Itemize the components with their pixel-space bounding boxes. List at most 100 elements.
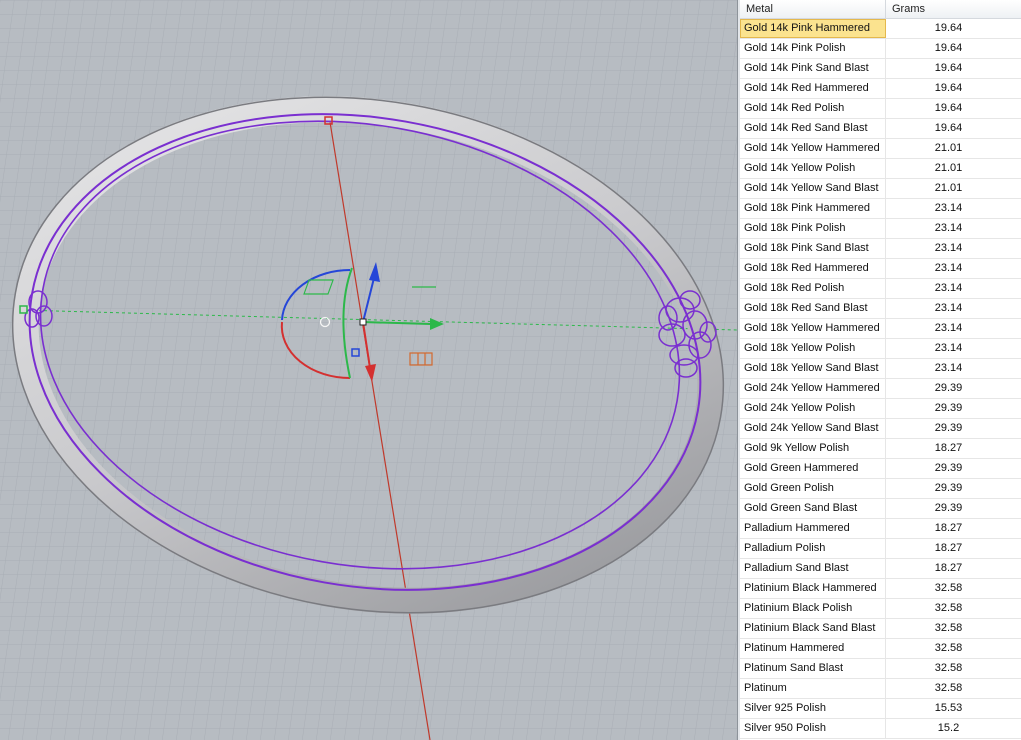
table-row[interactable]: Gold 14k Pink Hammered 19.64 (740, 19, 1021, 39)
table-row[interactable]: Gold 14k Red Sand Blast 19.64 (740, 119, 1021, 139)
metal-cell: Gold 14k Yellow Polish (740, 159, 886, 178)
metal-cell: Gold 18k Yellow Sand Blast (740, 359, 886, 378)
metal-cell: Gold 18k Pink Sand Blast (740, 239, 886, 258)
grams-cell: 18.27 (934, 562, 963, 574)
table-row[interactable]: Gold 18k Yellow Polish 23.14 (740, 339, 1021, 359)
metal-cell: Gold 18k Pink Hammered (740, 199, 886, 218)
metal-cell: Gold 18k Red Sand Blast (740, 299, 886, 318)
metal-cell: Gold 14k Pink Hammered (740, 19, 886, 38)
table-row[interactable]: Gold 14k Red Polish 19.64 (740, 99, 1021, 119)
3d-viewport[interactable] (0, 0, 737, 740)
table-row[interactable]: Gold 24k Yellow Sand Blast 29.39 (740, 419, 1021, 439)
grams-cell: 23.14 (934, 222, 963, 234)
grams-cell: 19.64 (934, 102, 963, 114)
table-row[interactable]: Gold 18k Yellow Hammered 23.14 (740, 319, 1021, 339)
metal-cell: Gold 18k Red Polish (740, 279, 886, 298)
table-header: Metal Grams (740, 0, 1021, 19)
metal-cell: Gold 24k Yellow Sand Blast (740, 419, 886, 438)
grams-cell: 23.14 (934, 322, 963, 334)
gumball-origin[interactable] (359, 318, 367, 326)
metal-list: Gold 14k Pink Hammered 19.64 Gold 14k Pink… (740, 19, 1021, 739)
metal-cell: Gold 14k Yellow Hammered (740, 139, 886, 158)
table-row[interactable]: Platinium Black Hammered 32.58 (740, 579, 1021, 599)
metal-cell: Gold 14k Pink Sand Blast (740, 59, 886, 78)
grams-cell: 23.14 (934, 282, 963, 294)
grams-cell: 19.64 (934, 42, 963, 54)
table-row[interactable]: Gold 18k Pink Hammered 23.14 (740, 199, 1021, 219)
table-row[interactable]: Gold 14k Yellow Polish 21.01 (740, 159, 1021, 179)
metal-cell: Palladium Sand Blast (740, 559, 886, 578)
table-row[interactable]: Gold 18k Yellow Sand Blast 23.14 (740, 359, 1021, 379)
table-row[interactable]: Gold 14k Red Hammered 19.64 (740, 79, 1021, 99)
table-row[interactable]: Platinium Black Polish 32.58 (740, 599, 1021, 619)
grams-cell: 32.58 (934, 642, 963, 654)
table-row[interactable]: Gold 18k Red Hammered 23.14 (740, 259, 1021, 279)
grams-cell: 23.14 (934, 202, 963, 214)
grams-cell: 18.27 (934, 442, 963, 454)
grams-cell: 29.39 (934, 502, 963, 514)
grams-cell: 21.01 (934, 142, 963, 154)
grams-cell: 15.2 (937, 722, 960, 734)
table-row[interactable]: Gold 18k Red Sand Blast 23.14 (740, 299, 1021, 319)
table-row[interactable]: Silver 925 Polish 15.53 (740, 699, 1021, 719)
metal-cell: Palladium Hammered (740, 519, 886, 538)
column-header-grams[interactable]: Grams (886, 0, 1021, 18)
metal-cell: Gold 24k Yellow Hammered (740, 379, 886, 398)
grams-cell: 23.14 (934, 342, 963, 354)
metal-cell: Platinium Black Polish (740, 599, 886, 618)
metal-cell: Platinium Black Sand Blast (740, 619, 886, 638)
table-row[interactable]: Gold 14k Yellow Hammered 21.01 (740, 139, 1021, 159)
grams-cell: 29.39 (934, 382, 963, 394)
metal-cell: Gold Green Sand Blast (740, 499, 886, 518)
metal-cell: Platinum Hammered (740, 639, 886, 658)
table-row[interactable]: Gold 24k Yellow Hammered 29.39 (740, 379, 1021, 399)
grams-cell: 32.58 (934, 602, 963, 614)
table-row[interactable]: Gold 18k Red Polish 23.14 (740, 279, 1021, 299)
metal-cell: Gold 14k Red Polish (740, 99, 886, 118)
metal-cell: Palladium Polish (740, 539, 886, 558)
metal-cell: Gold 24k Yellow Polish (740, 399, 886, 418)
grams-cell: 19.64 (934, 122, 963, 134)
table-row[interactable]: Gold Green Hammered 29.39 (740, 459, 1021, 479)
metal-cell: Silver 925 Polish (740, 699, 886, 718)
metal-weight-panel: Metal Grams Gold 14k Pink Hammered 19.64 G… (740, 0, 1021, 740)
table-row[interactable]: Gold 18k Pink Polish 23.14 (740, 219, 1021, 239)
grams-cell: 21.01 (934, 182, 963, 194)
table-row[interactable]: Platinum Hammered 32.58 (740, 639, 1021, 659)
table-row[interactable]: Gold 14k Yellow Sand Blast 21.01 (740, 179, 1021, 199)
grams-cell: 29.39 (934, 402, 963, 414)
grams-cell: 29.39 (934, 462, 963, 474)
table-row[interactable]: Platinum Sand Blast 32.58 (740, 659, 1021, 679)
column-header-metal[interactable]: Metal (740, 0, 886, 18)
grams-cell: 32.58 (934, 582, 963, 594)
grams-cell: 19.64 (934, 82, 963, 94)
table-row[interactable]: Platinum 32.58 (740, 679, 1021, 699)
table-row[interactable]: Palladium Sand Blast 18.27 (740, 559, 1021, 579)
metal-cell: Gold 18k Red Hammered (740, 259, 886, 278)
table-row[interactable]: Silver 950 Polish 15.2 (740, 719, 1021, 739)
table-row[interactable]: Gold 9k Yellow Polish 18.27 (740, 439, 1021, 459)
table-row[interactable]: Palladium Polish 18.27 (740, 539, 1021, 559)
table-row[interactable]: Gold 14k Pink Polish 19.64 (740, 39, 1021, 59)
grams-cell: 18.27 (934, 542, 963, 554)
grams-cell: 23.14 (934, 242, 963, 254)
metal-cell: Gold 9k Yellow Polish (740, 439, 886, 458)
table-row[interactable]: Gold Green Polish 29.39 (740, 479, 1021, 499)
table-row[interactable]: Palladium Hammered 18.27 (740, 519, 1021, 539)
grams-cell: 15.53 (934, 702, 963, 714)
metal-cell: Gold 18k Yellow Hammered (740, 319, 886, 338)
grams-cell: 21.01 (934, 162, 963, 174)
metal-cell: Gold Green Hammered (740, 459, 886, 478)
table-row[interactable]: Gold 14k Pink Sand Blast 19.64 (740, 59, 1021, 79)
viewport-scene[interactable] (0, 0, 737, 740)
table-row[interactable]: Gold 18k Pink Sand Blast 23.14 (740, 239, 1021, 259)
table-row[interactable]: Gold Green Sand Blast 29.39 (740, 499, 1021, 519)
grams-cell: 23.14 (934, 362, 963, 374)
table-row[interactable]: Gold 24k Yellow Polish 29.39 (740, 399, 1021, 419)
table-row[interactable]: Platinium Black Sand Blast 32.58 (740, 619, 1021, 639)
metal-cell: Gold 14k Red Hammered (740, 79, 886, 98)
metal-cell: Gold 18k Yellow Polish (740, 339, 886, 358)
metal-cell: Platinum Sand Blast (740, 659, 886, 678)
grams-cell: 29.39 (934, 482, 963, 494)
metal-cell: Silver 950 Polish (740, 719, 886, 738)
